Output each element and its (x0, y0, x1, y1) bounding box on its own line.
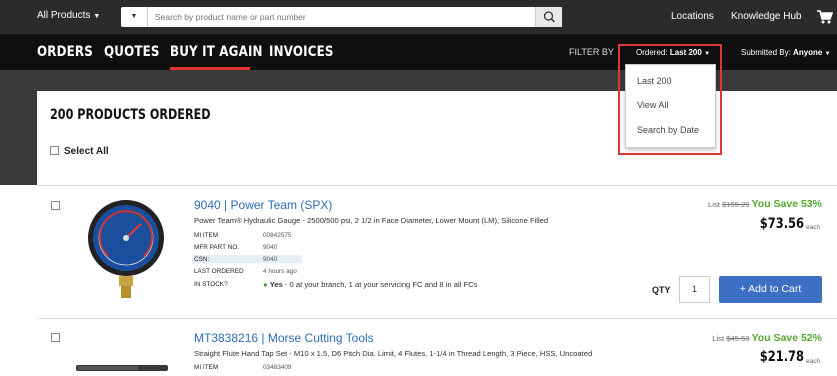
product-part-number: MT3838216 (194, 331, 259, 345)
category-label: All Products (37, 10, 91, 21)
tap-set-image[interactable] (76, 362, 176, 376)
check-circle-icon: ● (263, 280, 268, 289)
filter-by-label: FILTER BY (569, 47, 614, 57)
category-dropdown[interactable]: All Products ▼ (37, 10, 100, 21)
annotation-highlight-box (618, 44, 722, 155)
search-scope-dropdown[interactable]: ▼ (121, 7, 148, 27)
meta-label: CSN: (194, 256, 210, 263)
chevron-down-icon: ▼ (93, 13, 101, 20)
product-checkbox[interactable] (51, 201, 60, 210)
sale-price: $21.78 (759, 349, 804, 365)
submitted-value: Anyone (793, 48, 823, 57)
locations-link[interactable]: Locations (671, 11, 714, 22)
knowledge-hub-link[interactable]: Knowledge Hub (731, 11, 802, 22)
meta-label: MI ITEM (194, 232, 219, 239)
savings-text: You Save 53% (751, 198, 822, 210)
sale-price: $73.56 (759, 216, 804, 232)
list-price-line: List $155.29 You Save 53% (708, 198, 822, 210)
product-brand: Power Team (SPX) (230, 198, 333, 212)
meta-label: IN STOCK? (194, 281, 228, 288)
product-title-link[interactable]: 9040 | Power Team (SPX) (194, 198, 332, 212)
search-button[interactable] (535, 7, 562, 27)
search-input[interactable] (151, 7, 531, 27)
chevron-down-icon: ▼ (130, 13, 138, 20)
submitted-prefix: Submitted By: (741, 48, 791, 57)
page-title: 200 PRODUCTS ORDERED (50, 107, 211, 123)
top-search-bar: All Products▼ ▼ Locations Knowledge Hub (0, 0, 837, 34)
title-separator: | (224, 198, 228, 212)
meta-value: 4 hours ago (263, 268, 297, 275)
meta-label: MFR PART NO. (194, 244, 240, 251)
search-box: ▼ (121, 7, 562, 27)
list-price: $155.29 (721, 200, 750, 209)
product-part-number: 9040 (194, 198, 221, 212)
list-label: List (712, 334, 725, 343)
product-checkbox[interactable] (51, 333, 60, 342)
cart-icon[interactable] (816, 9, 834, 25)
qty-label: QTY (652, 285, 671, 295)
tab-invoices[interactable]: INVOICES (269, 44, 334, 60)
meta-value: 9040 (263, 244, 278, 251)
add-to-cart-button[interactable]: + Add to Cart (719, 276, 822, 303)
select-all-label: Select All (64, 146, 109, 157)
divider (37, 185, 837, 186)
submitted-by-dropdown[interactable]: Submitted By: Anyone ▼ (741, 48, 831, 57)
product-title-link[interactable]: MT3838216 | Morse Cutting Tools (194, 331, 374, 345)
tab-orders[interactable]: ORDERS (37, 44, 93, 60)
list-label: List (708, 200, 720, 209)
divider (37, 318, 837, 319)
meta-label: MI ITEM (194, 364, 219, 371)
pressure-gauge-image[interactable] (86, 196, 166, 304)
product-description: Power Team® Hydraulic Gauge - 2500/500 p… (194, 216, 549, 225)
title-separator: | (261, 331, 265, 345)
savings-text: You Save 52% (751, 332, 822, 344)
list-price-line: List $45.53 You Save 52% (712, 332, 822, 344)
select-all-checkbox[interactable] (50, 146, 59, 155)
meta-value: 9040 (263, 256, 278, 263)
stock-status: ● Yes - 0 at your branch, 1 at your serv… (263, 280, 477, 289)
tab-quotes[interactable]: QUOTES (104, 44, 160, 60)
stock-yes: Yes (269, 280, 283, 289)
price-unit: each (806, 358, 821, 365)
stock-detail: - 0 at your branch, 1 at your servicing … (282, 280, 478, 289)
tab-buy-it-again[interactable]: BUY IT AGAIN (170, 44, 263, 60)
quantity-input[interactable]: 1 (679, 276, 710, 303)
price-unit: each (806, 224, 821, 231)
meta-label: LAST ORDERED (194, 268, 244, 275)
product-description: Straight Flute Hand Tap Set - M10 x 1.5,… (194, 349, 593, 358)
meta-value: 00842575 (263, 232, 292, 239)
meta-value: 03483409 (263, 364, 292, 371)
product-brand: Morse Cutting Tools (267, 331, 374, 345)
list-price: $45.53 (726, 334, 750, 343)
search-icon (543, 11, 555, 23)
chevron-down-icon: ▼ (824, 51, 831, 57)
